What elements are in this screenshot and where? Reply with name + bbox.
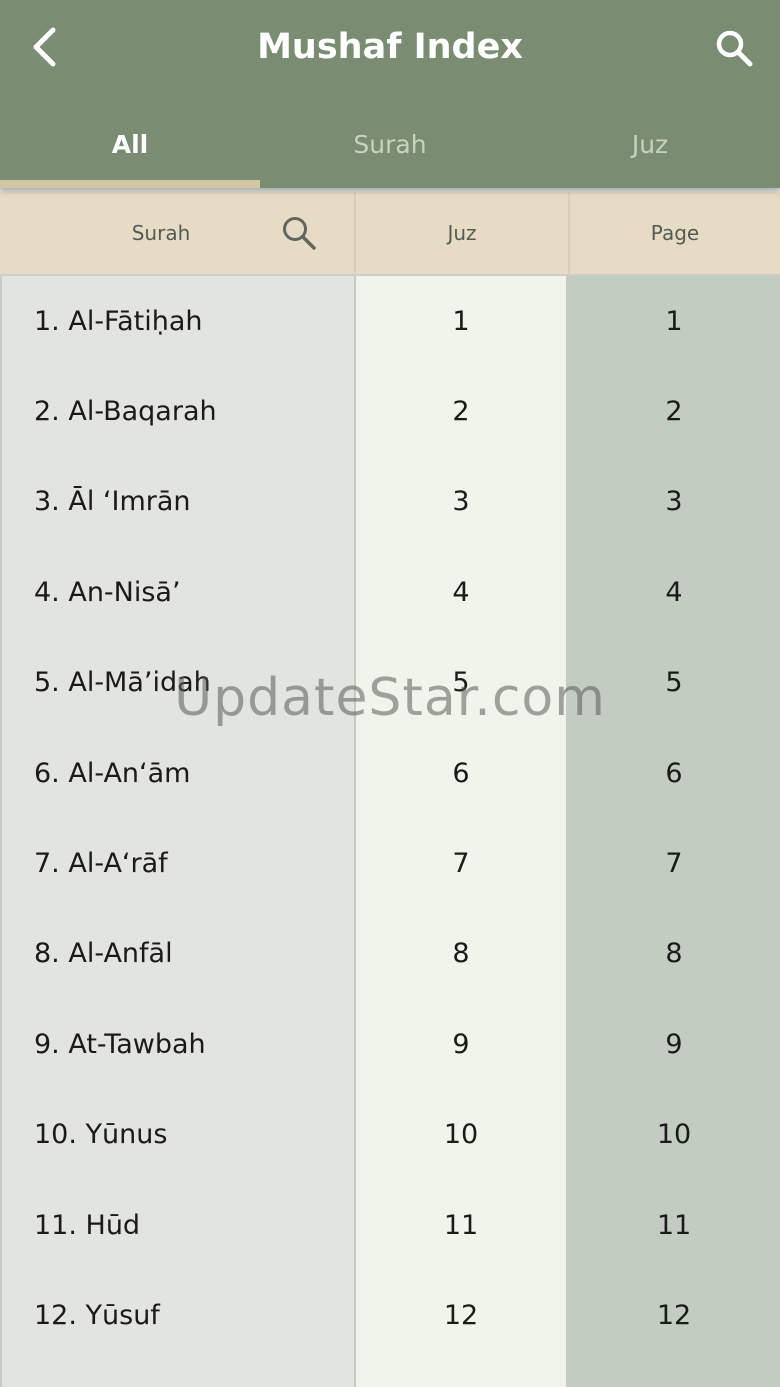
surah-cell[interactable]: 7. Al-A‘rāf <box>2 818 354 908</box>
juz-cell[interactable]: 6 <box>356 728 566 818</box>
tab-all[interactable]: All <box>0 100 260 188</box>
page-cell[interactable]: 11 <box>568 1180 780 1270</box>
page-column-header: Page <box>570 192 780 274</box>
juz-cell[interactable]: 10 <box>356 1090 566 1180</box>
app-bar: Mushaf Index All Surah Juz <box>0 0 780 188</box>
juz-cell[interactable]: 9 <box>356 999 566 1089</box>
surah-cell[interactable]: 10. Yūnus <box>2 1090 354 1180</box>
surah-cell[interactable]: 3. Āl ‘Imrān <box>2 457 354 547</box>
page-cell[interactable]: 4 <box>568 547 780 637</box>
page-cell[interactable]: 6 <box>568 728 780 818</box>
surah-cell[interactable]: 8. Al-Anfāl <box>2 909 354 999</box>
surah-cell[interactable]: 11. Hūd <box>2 1180 354 1270</box>
juz-cell[interactable]: 5 <box>356 638 566 728</box>
juz-cell[interactable]: 4 <box>356 547 566 637</box>
juz-cell[interactable]: 1 <box>356 276 566 366</box>
page-cell[interactable]: 3 <box>568 457 780 547</box>
juz-column-label: Juz <box>447 221 477 245</box>
page-cell[interactable]: 5 <box>568 638 780 728</box>
surah-column-label: Surah <box>131 221 191 245</box>
surah-cell[interactable]: 1. Al-Fātiḥah <box>2 276 354 366</box>
surah-cell[interactable]: 2. Al-Baqarah <box>2 366 354 456</box>
index-table: 1. Al-Fātiḥah 2. Al-Baqarah 3. Āl ‘Imrān… <box>0 276 780 1387</box>
surah-column: 1. Al-Fātiḥah 2. Al-Baqarah 3. Āl ‘Imrān… <box>0 276 356 1387</box>
search-button[interactable] <box>710 24 758 72</box>
juz-column-header: Juz <box>356 192 570 274</box>
table-header: Surah Juz Page <box>0 192 780 276</box>
page-column: 1 2 3 4 5 6 7 8 9 10 11 12 <box>568 276 780 1387</box>
juz-column: 1 2 3 4 5 6 7 8 9 10 11 12 <box>356 276 568 1387</box>
tab-bar: All Surah Juz <box>0 100 780 188</box>
surah-cell[interactable]: 6. Al-An‘ām <box>2 728 354 818</box>
page-cell[interactable]: 9 <box>568 999 780 1089</box>
page-cell[interactable]: 10 <box>568 1090 780 1180</box>
search-icon[interactable] <box>280 214 318 252</box>
surah-column-header: Surah <box>0 192 356 274</box>
juz-cell[interactable]: 2 <box>356 366 566 456</box>
page-cell[interactable]: 8 <box>568 909 780 999</box>
page-column-label: Page <box>650 221 700 245</box>
juz-cell[interactable]: 11 <box>356 1180 566 1270</box>
page-title: Mushaf Index <box>257 27 523 67</box>
search-icon <box>716 30 753 67</box>
page-cell[interactable]: 1 <box>568 276 780 366</box>
page-cell[interactable]: 7 <box>568 818 780 908</box>
surah-cell[interactable]: 9. At-Tawbah <box>2 999 354 1089</box>
tab-surah[interactable]: Surah <box>260 100 520 188</box>
surah-cell[interactable]: 4. An-Nisā’ <box>2 547 354 637</box>
page-cell[interactable]: 12 <box>568 1270 780 1360</box>
juz-cell[interactable]: 8 <box>356 909 566 999</box>
page-cell[interactable]: 2 <box>568 366 780 456</box>
juz-cell[interactable]: 3 <box>356 457 566 547</box>
juz-cell[interactable]: 7 <box>356 818 566 908</box>
surah-cell[interactable]: 5. Al-Mā’idah <box>2 638 354 728</box>
surah-cell[interactable]: 12. Yūsuf <box>2 1270 354 1360</box>
tab-juz[interactable]: Juz <box>520 100 780 188</box>
juz-cell[interactable]: 12 <box>356 1270 566 1360</box>
